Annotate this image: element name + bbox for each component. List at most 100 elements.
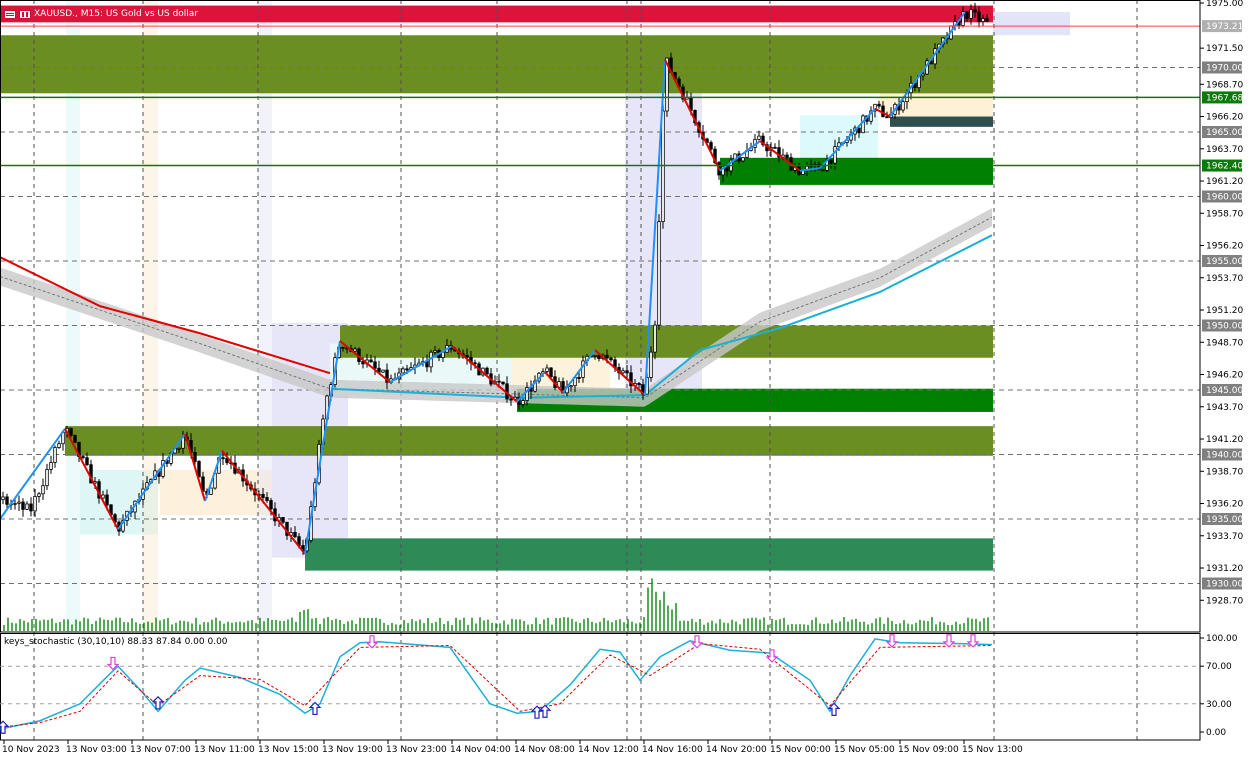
supply-zone-6 xyxy=(65,426,993,456)
candle-body xyxy=(965,11,969,19)
price-tick-label: 1928.70 xyxy=(1206,596,1243,606)
candle-body xyxy=(597,354,601,359)
candle-body xyxy=(829,159,833,164)
candle-body xyxy=(209,487,213,495)
price-tick-label: 1946.20 xyxy=(1206,371,1243,381)
session-box-8 xyxy=(993,12,1070,36)
candle-body xyxy=(105,494,109,506)
candle-body xyxy=(549,367,553,378)
candle-body xyxy=(269,500,273,510)
stoch-tick-label: 70.00 xyxy=(1206,662,1232,672)
candle-body xyxy=(13,502,17,505)
deep_demand-zone-7 xyxy=(305,538,993,571)
price-tick-label: 1958.70 xyxy=(1206,209,1243,219)
price-tick-label: 1948.70 xyxy=(1206,338,1243,348)
time-tick-label: 13 Nov 23:00 xyxy=(386,745,447,755)
candle-body xyxy=(353,348,357,352)
price-tick-label: 1961.20 xyxy=(1206,177,1243,187)
candle-body xyxy=(261,493,265,498)
candle-body xyxy=(57,443,61,448)
round-level-label: 1935.00 xyxy=(1206,515,1243,525)
price-tick-label: 1956.20 xyxy=(1206,242,1243,252)
price-tick-label: 1975.00 xyxy=(1206,0,1243,9)
stoch-tick-label: 100.00 xyxy=(1206,634,1238,644)
candle-body xyxy=(221,457,225,460)
session-stripe-2 xyxy=(258,0,272,632)
round-level-label: 1960.00 xyxy=(1206,193,1243,203)
session-stripe-0 xyxy=(66,0,80,632)
candle-body xyxy=(857,127,861,134)
current-price-label: 1973.21 xyxy=(1206,22,1243,32)
demand-zone-3 xyxy=(720,157,993,185)
candle-body xyxy=(637,382,641,386)
candle-body xyxy=(877,103,881,107)
candle-body xyxy=(5,496,9,505)
time-tick-label: 13 Nov 19:00 xyxy=(322,745,383,755)
chart-header: XAUUSD., M15: US Gold vs US dollar xyxy=(4,8,198,20)
stoch-tick-label: 0.00 xyxy=(1206,728,1226,738)
candle-body xyxy=(569,385,573,388)
candle-body xyxy=(85,457,89,466)
candle-body xyxy=(341,346,345,349)
price-tick-label: 1943.70 xyxy=(1206,403,1243,413)
price-tick-label: 1931.20 xyxy=(1206,564,1243,574)
green-level-label: 1967.68 xyxy=(1206,93,1243,103)
round-level-label: 1950.00 xyxy=(1206,322,1243,332)
price-tick-label: 1953.70 xyxy=(1206,274,1243,284)
price-tick-label: 1951.20 xyxy=(1206,306,1243,316)
candle-body xyxy=(497,380,501,383)
small-dark-zone xyxy=(890,116,993,127)
candle-body xyxy=(193,452,197,462)
candle-body xyxy=(177,447,181,450)
time-tick-label: 14 Nov 04:00 xyxy=(450,745,511,755)
candle-body xyxy=(501,381,505,385)
round-level-label: 1930.00 xyxy=(1206,580,1243,590)
price-tick-label: 1938.70 xyxy=(1206,467,1243,477)
candle-body xyxy=(649,351,653,378)
round-level-label: 1945.00 xyxy=(1206,386,1243,396)
candle-body xyxy=(985,18,989,22)
candle-body xyxy=(593,354,597,357)
time-tick-label: 10 Nov 2023 xyxy=(2,745,60,755)
price-tick-label: 1941.20 xyxy=(1206,435,1243,445)
price-tick-label: 1936.20 xyxy=(1206,500,1243,510)
candle-body xyxy=(73,434,77,443)
candle-body xyxy=(757,135,761,140)
round-level-label: 1970.00 xyxy=(1206,64,1243,74)
candle-body xyxy=(921,73,925,77)
candle-body xyxy=(433,349,437,353)
candle-body xyxy=(485,367,489,375)
candle-body xyxy=(21,501,25,510)
candle-body xyxy=(709,142,713,150)
candle-body xyxy=(37,493,41,497)
candle-body xyxy=(33,495,37,512)
candle-body xyxy=(53,447,57,463)
round-level-label: 1940.00 xyxy=(1206,451,1243,461)
candle-body xyxy=(901,101,905,111)
indicator-title: keys_stochastic (30,10,10) 88.33 87.84 0… xyxy=(4,637,228,647)
candle-body xyxy=(369,359,373,363)
time-tick-label: 13 Nov 15:00 xyxy=(258,745,319,755)
candle-body xyxy=(821,169,825,172)
time-tick-label: 14 Nov 16:00 xyxy=(642,745,703,755)
candle-body xyxy=(265,497,269,501)
candle-body xyxy=(25,503,29,510)
depth-of-market-icon[interactable] xyxy=(19,9,31,19)
candle-body xyxy=(81,456,85,459)
candle-body xyxy=(605,354,609,359)
stoch-tick-label: 30.00 xyxy=(1206,700,1232,710)
candle-body xyxy=(653,324,657,353)
candle-body xyxy=(785,154,789,158)
symbol-title: XAUUSD., M15: US Gold vs US dollar xyxy=(34,9,199,19)
candle-body xyxy=(625,370,629,374)
round-level-label: 1955.00 xyxy=(1206,257,1243,267)
candle-body xyxy=(405,368,409,371)
price-tick-label: 1968.70 xyxy=(1206,80,1243,90)
candle-body xyxy=(833,146,837,164)
time-tick-label: 13 Nov 11:00 xyxy=(194,745,255,755)
candle-body xyxy=(293,531,297,538)
one-click-trading-icon[interactable] xyxy=(4,9,16,19)
candle-body xyxy=(657,221,661,326)
candle-body xyxy=(977,11,981,22)
session-stripe-1 xyxy=(143,0,158,632)
